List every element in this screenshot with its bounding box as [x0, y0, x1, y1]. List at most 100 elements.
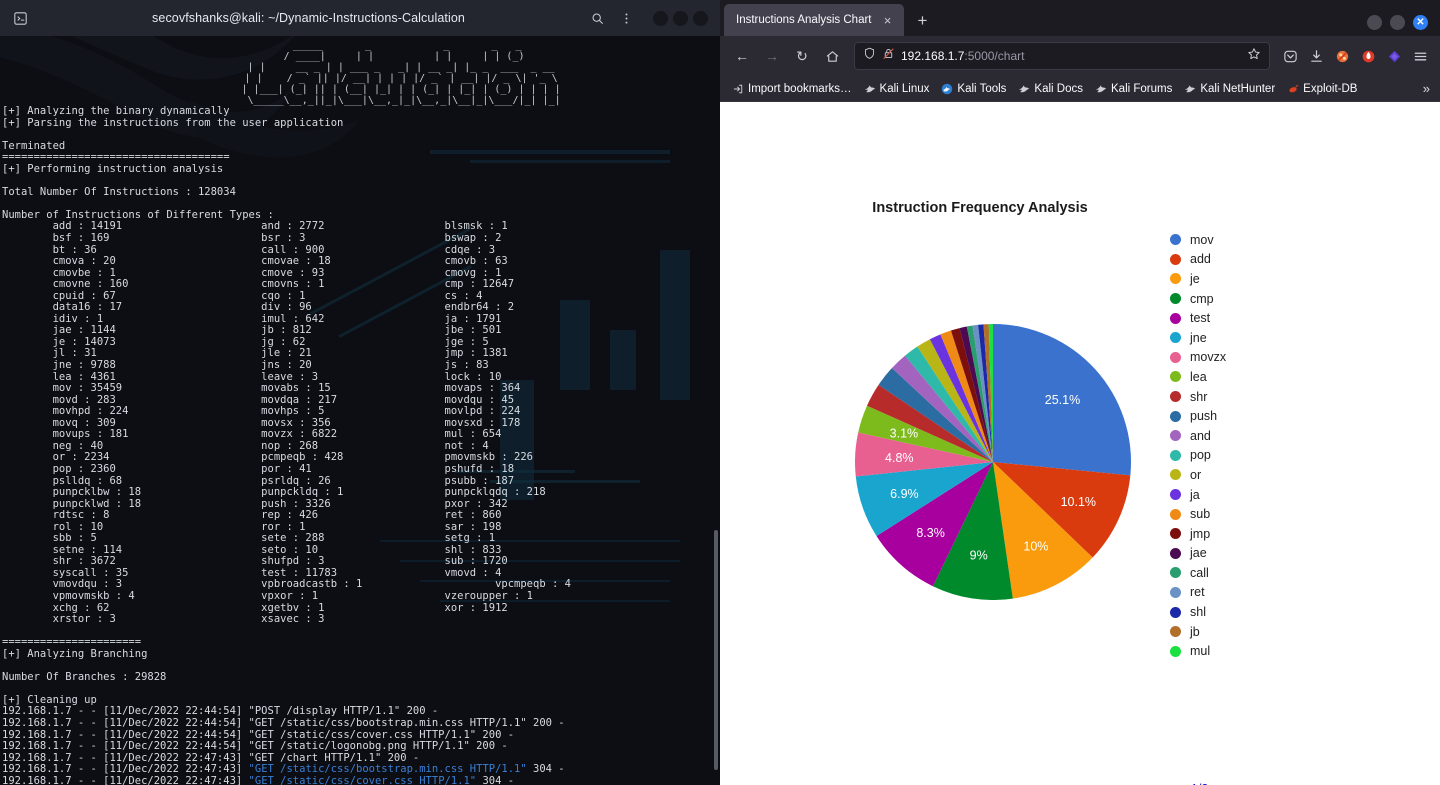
kali-ascii-banner: _____ _ _ _ _ / ____| | | | | | | (_) | …: [241, 40, 561, 106]
url-path: :5000/chart: [964, 49, 1025, 63]
legend-swatch-icon: [1170, 273, 1181, 285]
bookmark-label: Kali Docs: [1034, 82, 1083, 95]
legend-item-or[interactable]: or: [1170, 465, 1226, 485]
pie-slice-label: 10.1%: [1061, 495, 1096, 509]
legend-item-movzx[interactable]: movzx: [1170, 348, 1226, 368]
close-icon[interactable]: ×: [880, 12, 896, 28]
legend-swatch-icon: [1170, 567, 1181, 579]
legend-item-ret[interactable]: ret: [1170, 583, 1226, 603]
legend-swatch-icon: [1170, 489, 1181, 501]
legend-item-cmp[interactable]: cmp: [1170, 289, 1226, 309]
legend-item-shr[interactable]: shr: [1170, 387, 1226, 407]
browser-tabstrip: Instructions Analysis Chart × + ✕: [720, 0, 1440, 36]
legend-item-shl[interactable]: shl: [1170, 602, 1226, 622]
terminal-access-log-line: 192.168.1.7 - - [11/Dec/2022 22:47:43] "…: [2, 774, 515, 785]
legend-item-test[interactable]: test: [1170, 308, 1226, 328]
bookmarks-overflow-chevron[interactable]: »: [1423, 81, 1434, 96]
kali-dragon-icon: [864, 83, 876, 95]
bookmark-item-kali-linux[interactable]: Kali Linux: [858, 81, 936, 97]
legend-item-jb[interactable]: jb: [1170, 622, 1226, 642]
terminal-titlebar: secovfshanks@kali: ~/Dynamic-Instruction…: [0, 0, 720, 36]
legend-item-lea[interactable]: lea: [1170, 367, 1226, 387]
forward-button[interactable]: →: [758, 42, 786, 70]
extension-shield-icon[interactable]: [1356, 44, 1380, 68]
legend-label: sub: [1190, 507, 1211, 522]
legend-item-mov[interactable]: mov: [1170, 230, 1226, 250]
home-button[interactable]: [818, 42, 846, 70]
terminal-maximize-button[interactable]: [673, 10, 688, 26]
browser-close-button[interactable]: ✕: [1413, 15, 1428, 30]
legend-swatch-icon: [1170, 351, 1181, 363]
browser-minimize-button[interactable]: [1367, 15, 1382, 30]
shield-icon[interactable]: [863, 47, 876, 65]
browser-navbar: ← → ↻ 192.168.1.7:5000/chart: [720, 36, 1440, 76]
chart-title: Instruction Frequency Analysis: [872, 200, 1088, 216]
legend-item-ja[interactable]: ja: [1170, 485, 1226, 505]
legend-item-mul[interactable]: mul: [1170, 641, 1226, 661]
browser-maximize-button[interactable]: [1390, 15, 1405, 30]
extension-icon[interactable]: [1330, 44, 1354, 68]
legend-swatch-icon: [1170, 449, 1181, 461]
bookmark-item-exploit-db[interactable]: Exploit-DB: [1281, 81, 1363, 97]
legend-item-jmp[interactable]: jmp: [1170, 524, 1226, 544]
legend-label: ja: [1190, 487, 1200, 502]
legend-label: jmp: [1190, 526, 1211, 541]
browser-window: Instructions Analysis Chart × + ✕ ← → ↻: [720, 0, 1440, 785]
search-icon[interactable]: [587, 8, 607, 28]
downloads-icon[interactable]: [1304, 44, 1328, 68]
terminal-line: jne : 9788 jns : 20 js : 83: [2, 359, 489, 372]
legend-item-and[interactable]: and: [1170, 426, 1226, 446]
legend-swatch-icon: [1170, 293, 1181, 305]
legend-label: je: [1190, 271, 1200, 286]
legend-label: shr: [1190, 389, 1208, 404]
kali-dragon-icon: [1184, 83, 1196, 95]
bookmark-item-import-bookmarks[interactable]: Import bookmarks…: [726, 81, 858, 97]
pocket-icon[interactable]: [1278, 44, 1302, 68]
bookmark-label: Kali Forums: [1111, 82, 1173, 95]
terminal-body[interactable]: _____ _ _ _ _ / ____| | | | | | | (_) | …: [0, 36, 720, 785]
import-icon: [732, 83, 744, 95]
terminal-line: ====================================: [2, 151, 230, 164]
bookmarks-bar: Import bookmarks… Kali Linux Kali Tools Kal…: [720, 76, 1440, 102]
terminal-scrollbar[interactable]: [714, 530, 718, 770]
pie-slice-label: 3.1%: [890, 427, 919, 441]
hamburger-menu-icon[interactable]: [1408, 44, 1432, 68]
browser-tab[interactable]: Instructions Analysis Chart ×: [724, 4, 904, 36]
terminal-line: pop : 2360 por : 41 pshufd : 18: [2, 462, 515, 475]
url-bar[interactable]: 192.168.1.7:5000/chart: [854, 42, 1270, 70]
reload-button[interactable]: ↻: [788, 42, 816, 70]
lock-crossed-icon[interactable]: [882, 47, 895, 65]
legend-item-jae[interactable]: jae: [1170, 544, 1226, 564]
bookmark-label: Import bookmarks…: [748, 82, 852, 95]
back-button[interactable]: ←: [728, 42, 756, 70]
terminal-line: ======================: [2, 636, 142, 649]
legend-item-je[interactable]: je: [1170, 269, 1226, 289]
bookmark-item-kali-tools[interactable]: Kali Tools: [935, 81, 1012, 97]
bookmark-label: Exploit-DB: [1303, 82, 1358, 95]
new-tab-button[interactable]: +: [910, 7, 936, 33]
legend-item-add[interactable]: add: [1170, 250, 1226, 270]
bookmark-item-kali-docs[interactable]: Kali Docs: [1012, 81, 1089, 97]
legend-swatch-icon: [1170, 391, 1181, 403]
terminal-minimize-button[interactable]: [653, 10, 668, 26]
terminal-close-button[interactable]: [693, 10, 708, 26]
legend-label: cmp: [1190, 291, 1214, 306]
terminal-line: Total Number Of Instructions : 128034: [2, 185, 236, 198]
kali-tools-icon: [941, 83, 953, 95]
legend-item-jne[interactable]: jne: [1170, 328, 1226, 348]
terminal-line: punpcklbw : 18 punpckldq : 1 punpcklqdq …: [2, 486, 546, 499]
legend-item-call[interactable]: call: [1170, 563, 1226, 583]
terminal-title: secovfshanks@kali: ~/Dynamic-Instruction…: [152, 11, 465, 25]
legend-swatch-icon: [1170, 547, 1181, 559]
legend-item-push[interactable]: push: [1170, 406, 1226, 426]
extension-diamond-icon[interactable]: [1382, 44, 1406, 68]
legend-item-pop[interactable]: pop: [1170, 446, 1226, 466]
bookmark-star-icon[interactable]: [1247, 47, 1261, 66]
tab-title: Instructions Analysis Chart: [736, 14, 872, 26]
bookmark-item-kali-forums[interactable]: Kali Forums: [1089, 81, 1178, 97]
bookmark-item-kali-nethunter[interactable]: Kali NetHunter: [1178, 81, 1281, 97]
url-text[interactable]: 192.168.1.7:5000/chart: [901, 49, 1241, 63]
kebab-menu-icon[interactable]: [616, 8, 636, 28]
legend-item-sub[interactable]: sub: [1170, 504, 1226, 524]
